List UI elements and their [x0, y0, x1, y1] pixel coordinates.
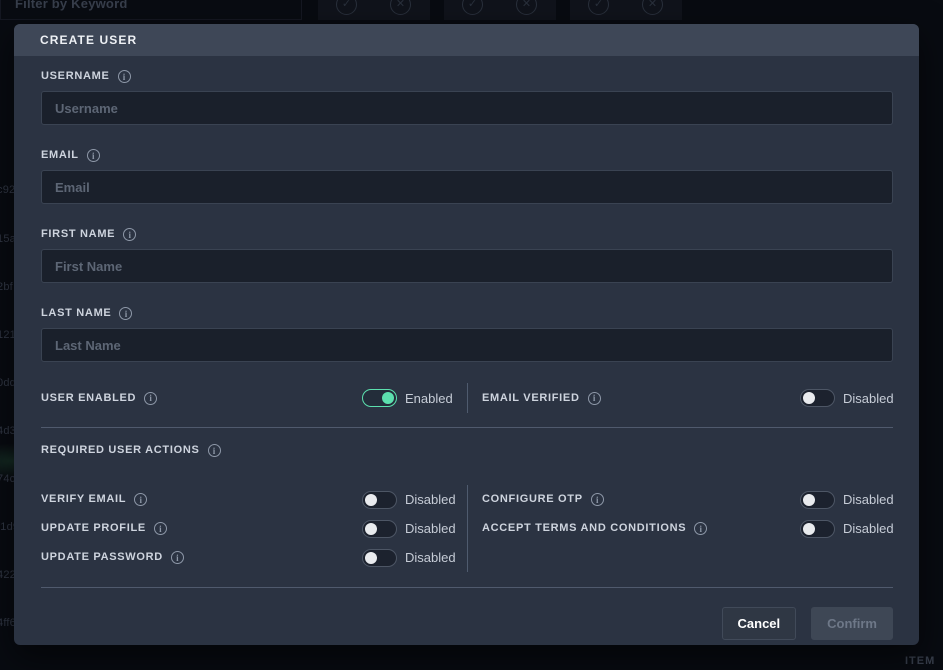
verify-email-toggle[interactable] [362, 491, 397, 509]
modal-title: CREATE USER [40, 33, 137, 47]
email-field-group: EMAIL [41, 149, 893, 204]
update-profile-row: UPDATE PROFILE Disabled [41, 514, 455, 543]
toggle-knob [803, 494, 815, 506]
confirm-button[interactable]: Confirm [811, 607, 893, 640]
toggle-knob [365, 552, 377, 564]
modal-footer: Cancel Confirm [41, 607, 893, 640]
toggle-knob [365, 523, 377, 535]
create-user-modal: CREATE USER USERNAME EMAIL FIRST NAME [14, 24, 919, 645]
update-password-state: Disabled [405, 550, 455, 565]
email-label: EMAIL [41, 149, 79, 162]
required-user-actions-label: REQUIRED USER ACTIONS [41, 444, 200, 457]
info-icon[interactable] [154, 522, 167, 535]
update-password-row: UPDATE PASSWORD Disabled [41, 543, 455, 572]
info-icon[interactable] [171, 551, 184, 564]
username-field-group: USERNAME [41, 70, 893, 125]
last-name-field-group: LAST NAME [41, 307, 893, 362]
info-icon[interactable] [123, 228, 136, 241]
toggle-knob [803, 523, 815, 535]
toggle-knob [365, 494, 377, 506]
last-name-input[interactable] [41, 328, 893, 362]
email-input[interactable] [41, 170, 893, 204]
user-enabled-row: USER ENABLED Enabled [41, 383, 467, 413]
info-icon[interactable] [208, 444, 221, 457]
last-name-label: LAST NAME [41, 307, 111, 320]
info-icon[interactable] [694, 522, 707, 535]
modal-body: USERNAME EMAIL FIRST NAME LAST NAME [14, 56, 919, 645]
email-verified-row: EMAIL VERIFIED Disabled [467, 383, 893, 413]
modal-header: CREATE USER [14, 24, 919, 56]
accept-terms-toggle[interactable] [800, 520, 835, 538]
configure-otp-state: Disabled [843, 492, 893, 507]
info-icon[interactable] [119, 307, 132, 320]
info-icon[interactable] [118, 70, 131, 83]
configure-otp-label: CONFIGURE OTP [482, 493, 583, 506]
first-name-input[interactable] [41, 249, 893, 283]
configure-otp-row: CONFIGURE OTP Disabled [482, 485, 893, 514]
update-profile-state: Disabled [405, 521, 455, 536]
update-profile-toggle[interactable] [362, 520, 397, 538]
footer-divider [41, 587, 893, 588]
verify-email-label: VERIFY EMAIL [41, 493, 126, 506]
update-password-label: UPDATE PASSWORD [41, 551, 163, 564]
toggle-knob [382, 392, 394, 404]
user-enabled-toggle[interactable] [362, 389, 397, 407]
accept-terms-row: ACCEPT TERMS AND CONDITIONS Disabled [482, 514, 893, 543]
accept-terms-label: ACCEPT TERMS AND CONDITIONS [482, 522, 686, 535]
info-icon[interactable] [87, 149, 100, 162]
username-input[interactable] [41, 91, 893, 125]
email-verified-label: EMAIL VERIFIED [482, 392, 580, 405]
configure-otp-toggle[interactable] [800, 491, 835, 509]
user-enabled-label: USER ENABLED [41, 392, 136, 405]
username-label: USERNAME [41, 70, 110, 83]
info-icon[interactable] [591, 493, 604, 506]
user-enabled-state: Enabled [405, 391, 455, 406]
email-verified-toggle[interactable] [800, 389, 835, 407]
toggle-knob [803, 392, 815, 404]
accept-terms-state: Disabled [843, 521, 893, 536]
update-password-toggle[interactable] [362, 549, 397, 567]
update-profile-label: UPDATE PROFILE [41, 522, 146, 535]
cancel-button[interactable]: Cancel [722, 607, 797, 640]
info-icon[interactable] [588, 392, 601, 405]
email-verified-state: Disabled [843, 391, 893, 406]
verify-email-state: Disabled [405, 492, 455, 507]
first-name-field-group: FIRST NAME [41, 228, 893, 283]
verify-email-row: VERIFY EMAIL Disabled [41, 485, 455, 514]
info-icon[interactable] [134, 493, 147, 506]
info-icon[interactable] [144, 392, 157, 405]
section-divider [41, 427, 893, 428]
first-name-label: FIRST NAME [41, 228, 115, 241]
